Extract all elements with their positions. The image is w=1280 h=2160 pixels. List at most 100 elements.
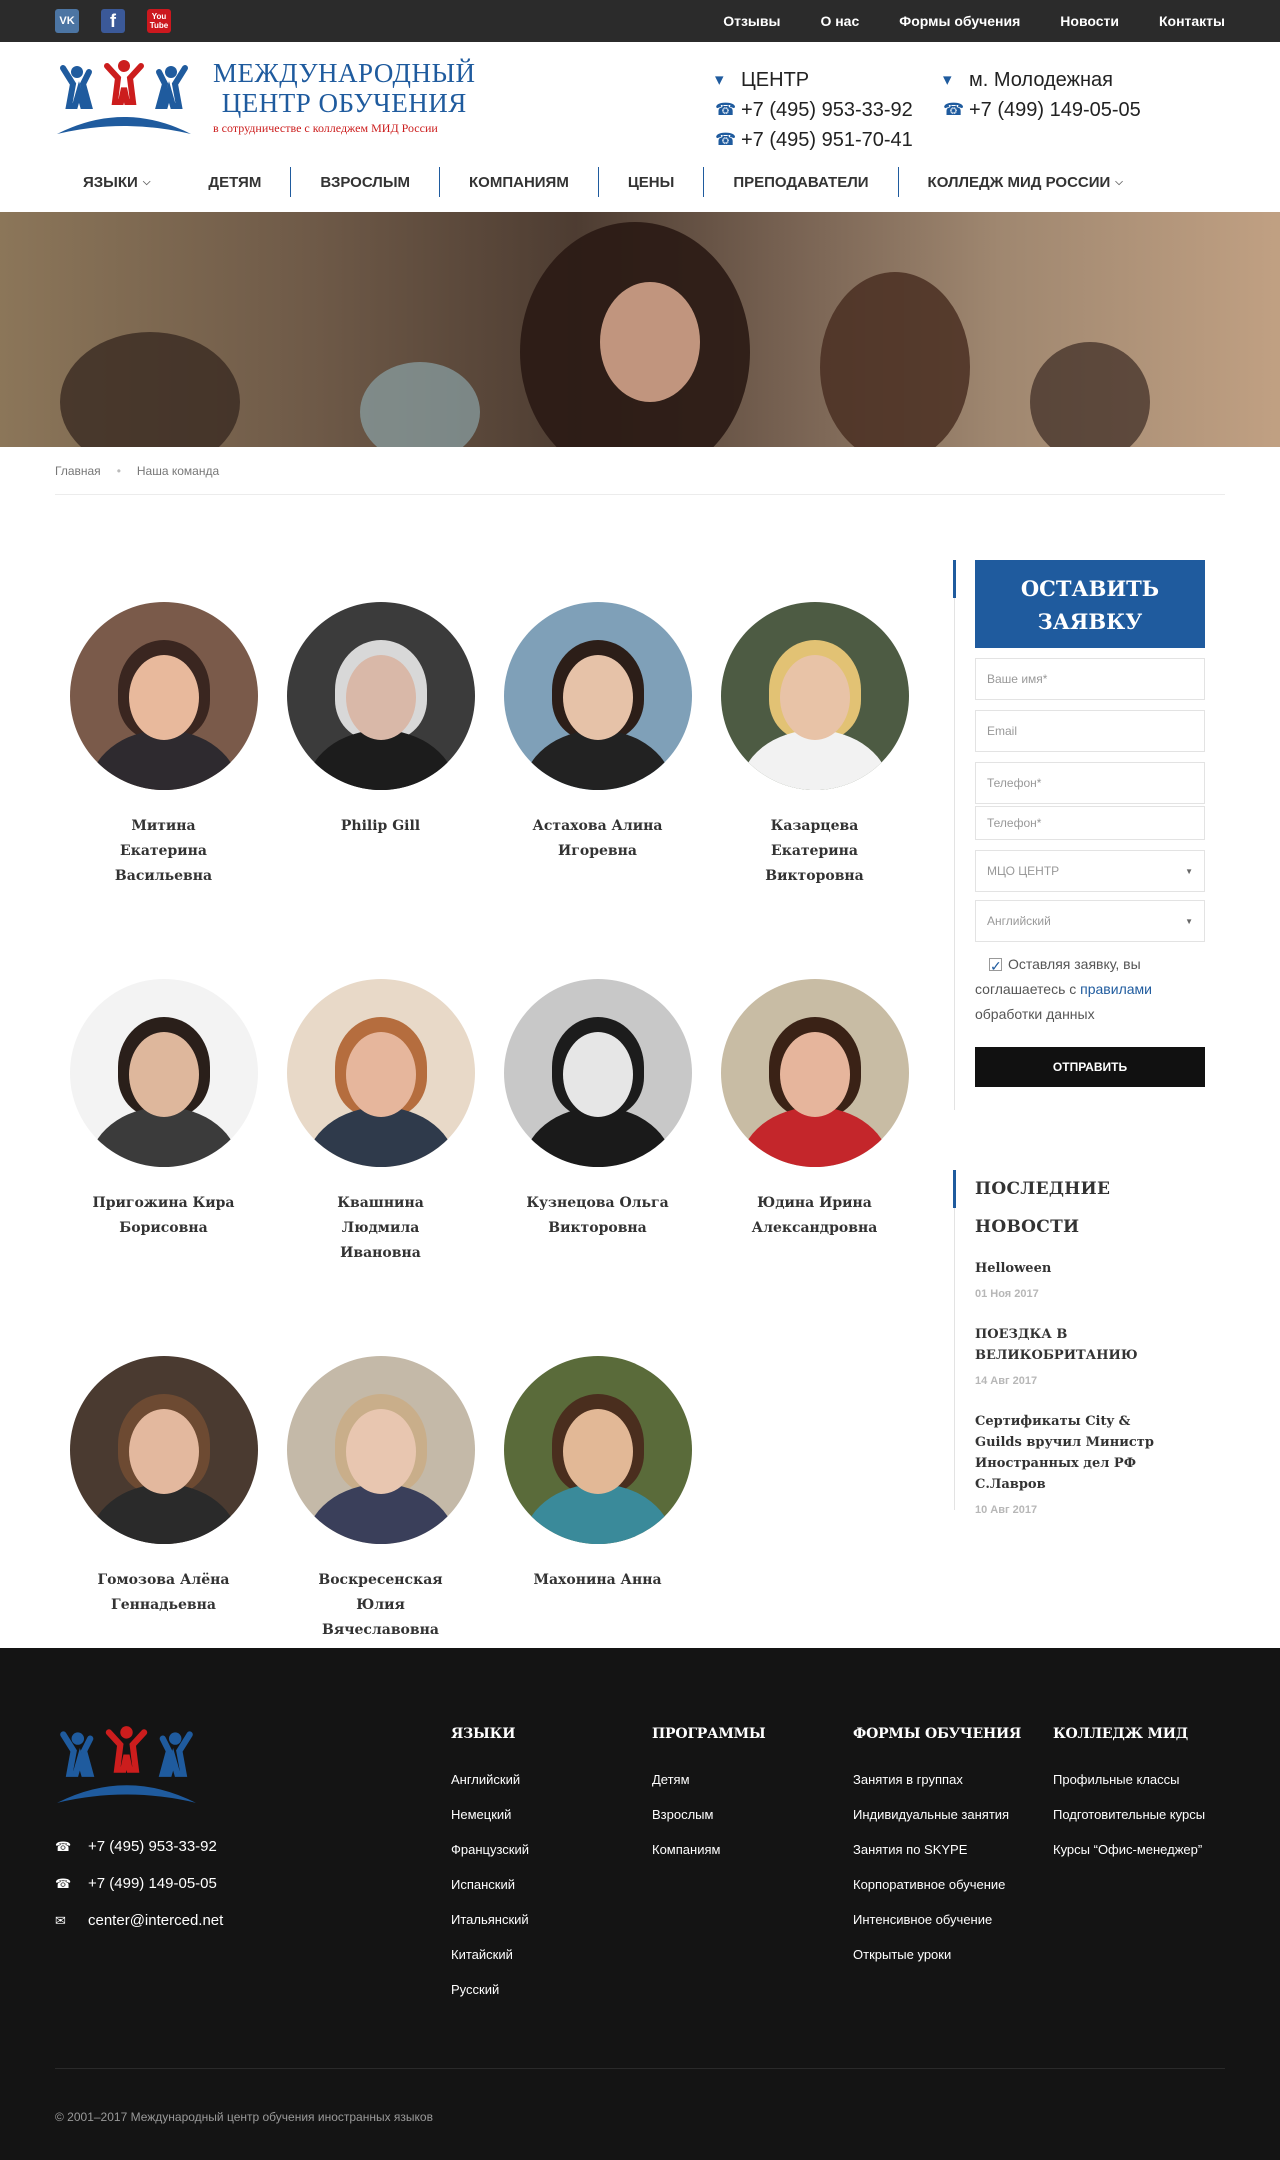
team-member-photo[interactable] xyxy=(720,602,909,790)
footer-link[interactable]: Компаниям xyxy=(652,1832,766,1867)
latest-news: ПОСЛЕДНИЕ НОВОСТИ Helloween 01 Ноя 2017 … xyxy=(953,1170,1207,1516)
team-member-card[interactable]: Махонина Анна xyxy=(489,1314,706,1643)
news-item-title[interactable]: Helloween xyxy=(975,1258,1165,1279)
team-member-photo[interactable] xyxy=(69,1356,258,1544)
nav-item-kids[interactable]: ДЕТЯМ xyxy=(179,167,290,197)
team-member-name[interactable]: Махонина Анна xyxy=(523,1568,673,1593)
top-nav-forms[interactable]: Формы обучения xyxy=(899,13,1020,29)
facebook-icon[interactable]: f xyxy=(101,9,125,33)
footer-link[interactable]: Открытые уроки xyxy=(853,1937,1021,1972)
nav-item-adults[interactable]: ВЗРОСЛЫМ xyxy=(290,167,439,197)
contact-center-phone2[interactable]: ☎ +7 (495) 951-70-41 xyxy=(715,128,943,152)
nav-item-companies[interactable]: КОМПАНИЯМ xyxy=(439,167,598,197)
team-member-card[interactable]: Митина Екатерина Васильевна xyxy=(55,560,272,889)
team-member-name[interactable]: Митина Екатерина Васильевна xyxy=(89,814,239,889)
team-member-photo[interactable] xyxy=(286,979,475,1167)
nav-item-teachers[interactable]: ПРЕПОДАВАТЕЛИ xyxy=(703,167,897,197)
phone-text: +7 (495) 953-33-92 xyxy=(741,98,913,121)
footer-link[interactable]: Индивидуальные занятия xyxy=(853,1797,1021,1832)
footer-link[interactable]: Итальянский xyxy=(451,1902,529,1937)
youtube-icon[interactable]: You Tube xyxy=(147,9,171,33)
news-item[interactable]: Helloween 01 Ноя 2017 xyxy=(975,1258,1207,1300)
site-logo[interactable]: МЕЖДУНАРОДНЫЙ ЦЕНТР ОБУЧЕНИЯ в сотруднич… xyxy=(55,58,476,136)
footer-link[interactable]: Английский xyxy=(451,1762,529,1797)
contact-molod-phone[interactable]: ☎ +7 (499) 149-05-05 xyxy=(943,98,1163,122)
team-member-name[interactable]: Казарцева Екатерина Викторовна xyxy=(740,814,890,889)
team-member-photo[interactable] xyxy=(286,1356,475,1544)
team-member-photo[interactable] xyxy=(503,979,692,1167)
submit-button[interactable]: ОТПРАВИТЬ xyxy=(975,1047,1205,1087)
nav-item-languages[interactable]: ЯЗЫКИ ⌵ xyxy=(55,167,179,197)
footer-link[interactable]: Взрослым xyxy=(652,1797,766,1832)
nav-item-college[interactable]: КОЛЛЕДЖ МИД РОССИИ ⌵ xyxy=(897,167,1152,197)
team-member-photo[interactable] xyxy=(503,1356,692,1544)
nav-item-prices[interactable]: ЦЕНЫ xyxy=(597,167,703,197)
footer-link[interactable]: Русский xyxy=(451,1972,529,2007)
footer: ☎ +7 (495) 953-33-92 ☎ +7 (499) 149-05-05 … xyxy=(0,1648,1280,2160)
footer-phone2[interactable]: ☎ +7 (499) 149-05-05 xyxy=(55,1865,223,1902)
top-nav-about[interactable]: О нас xyxy=(820,13,859,29)
team-member-card[interactable]: Philip Gill xyxy=(272,560,489,889)
footer-link[interactable]: Немецкий xyxy=(451,1797,529,1832)
vk-icon[interactable]: VK xyxy=(55,9,79,33)
team-member-photo[interactable] xyxy=(503,602,692,790)
team-member-name[interactable]: Гомозова Алёна Геннадьевна xyxy=(89,1568,239,1618)
top-nav-news[interactable]: Новости xyxy=(1060,13,1119,29)
team-member-name[interactable]: Воскресенская Юлия Вячеславовна xyxy=(306,1568,456,1643)
top-nav-contacts[interactable]: Контакты xyxy=(1159,13,1225,29)
news-item[interactable]: Сертификаты City & Guilds вручил Министр… xyxy=(975,1411,1207,1516)
footer-link[interactable]: Детям xyxy=(652,1762,766,1797)
team-member-photo[interactable] xyxy=(720,979,909,1167)
rules-link[interactable]: правилами xyxy=(1080,981,1152,997)
team-member-card[interactable]: Астахова Алина Игоревна xyxy=(489,560,706,889)
team-member-photo[interactable] xyxy=(286,602,475,790)
email-field[interactable]: Email xyxy=(975,710,1205,752)
footer-link[interactable]: Профильные классы xyxy=(1053,1762,1205,1797)
team-member-name[interactable]: Юдина Ирина Александровна xyxy=(740,1191,890,1241)
team-member-name[interactable]: Пригожина Кира Борисовна xyxy=(89,1191,239,1241)
name-field[interactable]: Ваше имя* xyxy=(975,658,1205,700)
team-member-card[interactable]: Пригожина Кира Борисовна xyxy=(55,937,272,1266)
team-member-name[interactable]: Астахова Алина Игоревна xyxy=(523,814,673,864)
team-member-card[interactable]: Казарцева Екатерина Викторовна xyxy=(706,560,923,889)
hero-banner-image xyxy=(0,212,1280,447)
footer-logo[interactable] xyxy=(55,1724,198,1810)
footer-link[interactable]: Корпоративное обучение xyxy=(853,1867,1021,1902)
top-nav-reviews[interactable]: Отзывы xyxy=(723,13,780,29)
phone-icon: ☎ xyxy=(715,130,737,149)
team-member-card[interactable]: Квашнина Людмила Ивановна xyxy=(272,937,489,1266)
chevron-down-icon: ⌵ xyxy=(1115,176,1123,188)
news-item-title[interactable]: ПОЕЗДКА В ВЕЛИКОБРИТАНИЮ xyxy=(975,1324,1165,1366)
team-member-photo[interactable] xyxy=(69,979,258,1167)
language-select[interactable]: Английский ▼ xyxy=(975,900,1205,942)
footer-link[interactable]: Французский xyxy=(451,1832,529,1867)
footer-link[interactable]: Китайский xyxy=(451,1937,529,1972)
contact-center-phone1[interactable]: ☎ +7 (495) 953-33-92 xyxy=(715,98,943,122)
team-member-card[interactable]: Юдина Ирина Александровна xyxy=(706,937,923,1266)
footer-phone1[interactable]: ☎ +7 (495) 953-33-92 xyxy=(55,1828,223,1865)
team-member-card[interactable]: Воскресенская Юлия Вячеславовна xyxy=(272,1314,489,1643)
team-member-photo[interactable] xyxy=(69,602,258,790)
footer-link[interactable]: Курсы “Офис-менеджер” xyxy=(1053,1832,1205,1867)
footer-link[interactable]: Подготовительные курсы xyxy=(1053,1797,1205,1832)
consent-checkbox[interactable] xyxy=(989,954,1002,979)
form-title-line2: ЗАЯВКУ xyxy=(1037,609,1143,634)
news-item[interactable]: ПОЕЗДКА В ВЕЛИКОБРИТАНИЮ 14 Авг 2017 xyxy=(975,1324,1207,1387)
footer-link[interactable]: Интенсивное обучение xyxy=(853,1902,1021,1937)
copyright: © 2001–2017 Международный центр обучения… xyxy=(55,2110,433,2124)
center-select[interactable]: МЦО ЦЕНТР ▼ xyxy=(975,850,1205,892)
phone-field-2[interactable]: Телефон* xyxy=(975,806,1205,840)
news-item-title[interactable]: Сертификаты City & Guilds вручил Министр… xyxy=(975,1411,1165,1495)
team-member-name[interactable]: Квашнина Людмила Ивановна xyxy=(306,1191,456,1266)
breadcrumb-home[interactable]: Главная xyxy=(55,464,101,478)
footer-link[interactable]: Занятия в группах xyxy=(853,1762,1021,1797)
footer-email[interactable]: ✉ center@interced.net xyxy=(55,1902,223,1939)
team-member-card[interactable]: Кузнецова Ольга Викторовна xyxy=(489,937,706,1266)
team-member-name[interactable]: Кузнецова Ольга Викторовна xyxy=(523,1191,673,1241)
team-member-card[interactable]: Гомозова Алёна Геннадьевна xyxy=(55,1314,272,1643)
footer-link[interactable]: Занятия по SKYPE xyxy=(853,1832,1021,1867)
phone-field[interactable]: Телефон* xyxy=(975,762,1205,804)
team-member-name[interactable]: Philip Gill xyxy=(306,814,456,839)
email-text: center@interced.net xyxy=(88,1912,224,1929)
footer-link[interactable]: Испанский xyxy=(451,1867,529,1902)
